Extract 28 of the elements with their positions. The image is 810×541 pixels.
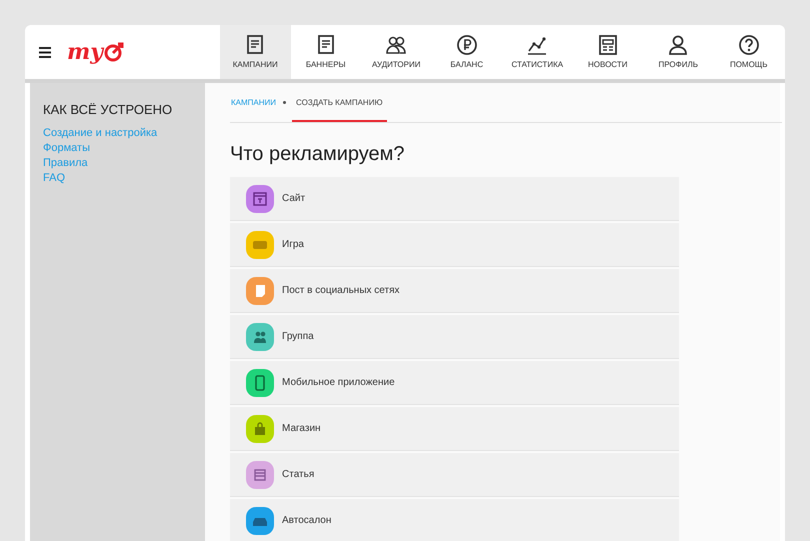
nav-tab[interactable]: СТАТИСТИКА [502,25,572,79]
person-icon [667,34,690,56]
sidebar-title: КАК ВСЁ УСТРОЕНО [43,101,174,119]
option-row[interactable]: Игра [230,223,679,267]
nav-tab[interactable]: НОВОСТИ [572,25,643,79]
option-row[interactable]: Группа [230,315,679,359]
nav-tab[interactable]: АУДИТОРИИ [361,25,432,79]
option-row[interactable]: Автосалон [230,499,679,541]
nav-tab[interactable]: БАННЕРЫ [290,25,361,79]
page-heading: Что рекламируем? [230,142,406,167]
target-arrow-icon [103,41,126,63]
nav-tab[interactable]: БАЛАНС [432,25,502,79]
option-row[interactable]: Статья [230,453,679,497]
option-row[interactable]: Магазин [230,407,679,451]
nav-tab[interactable]: КАМПАНИИ [220,25,290,79]
breadcrumb-separator-icon [283,101,286,104]
logo-text[interactable]: my [67,41,104,63]
breadcrumb-link[interactable]: СОЗДАТЬ КАМПАНИЮ [292,83,387,122]
option-row[interactable]: Сайт [230,177,679,221]
people-icon [385,34,408,56]
menu-icon[interactable] [39,46,51,58]
option-row[interactable]: Мобильное приложение [230,361,679,405]
nav-tab[interactable]: ПОМОЩЬ [714,25,784,79]
newspaper-icon [596,34,619,56]
help-icon [738,34,760,56]
nav-tab[interactable]: ПРОФИЛЬ [643,25,714,79]
option-row[interactable]: Пост в социальных сетях [230,269,679,313]
ruble-icon [456,34,478,56]
